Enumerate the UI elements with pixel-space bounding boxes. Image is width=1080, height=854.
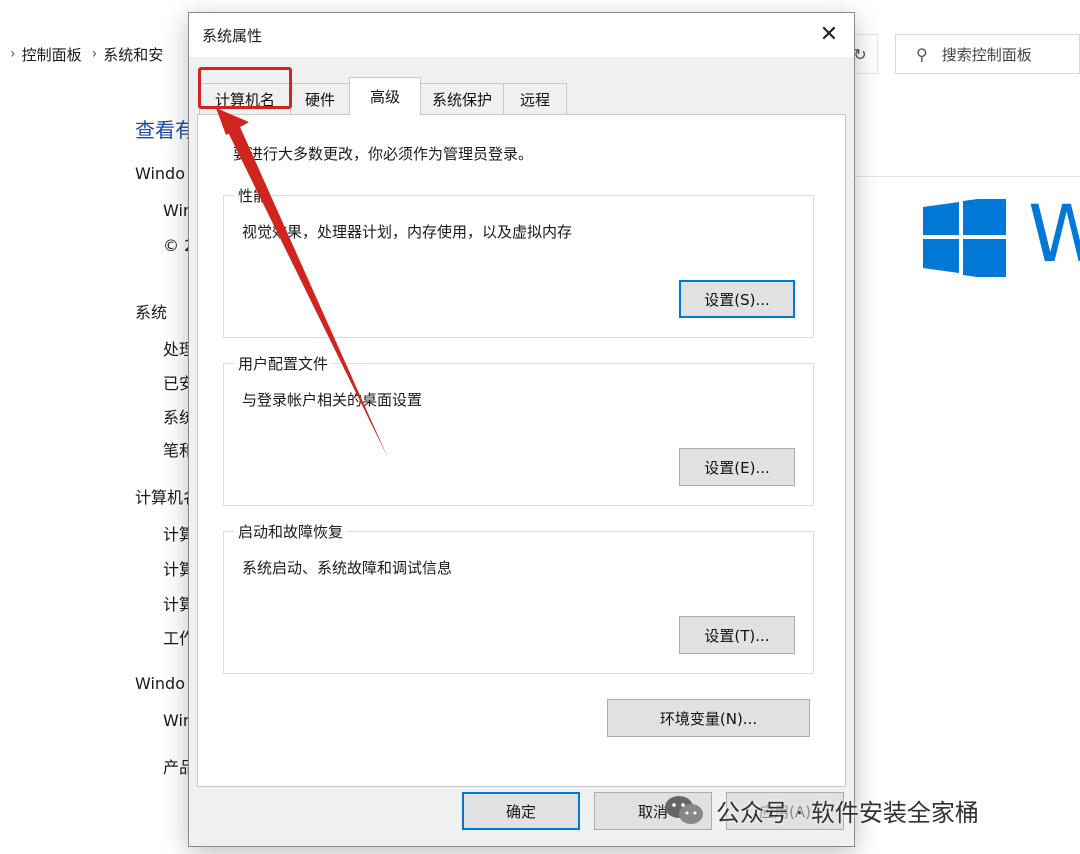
address-bar[interactable]: › 控制面板 › 系统和安 [0, 34, 180, 74]
search-placeholder: 搜索控制面板 [941, 45, 1032, 64]
environment-variables-button[interactable]: 环境变量(N)... [607, 699, 810, 737]
group-title: 用户配置文件 [234, 353, 333, 374]
advanced-tab-panel: 要进行大多数更改，你必须作为管理员登录。 性能 视觉效果，处理器计划，内存使用，… [197, 114, 846, 787]
divider [855, 176, 1080, 177]
system-info-line: Wir [163, 711, 190, 730]
group-description: 视觉效果，处理器计划，内存使用，以及虚拟内存 [242, 223, 573, 241]
search-input[interactable]: ⚲ 搜索控制面板 [895, 34, 1080, 74]
chevron-right-icon: › [10, 46, 16, 62]
breadcrumb-item[interactable]: 控制面板 [22, 44, 82, 65]
page-title: 查看有 [135, 118, 195, 142]
search-icon: ⚲ [916, 44, 928, 64]
group-title: 性能 [234, 185, 273, 206]
performance-group: 性能 视觉效果，处理器计划，内存使用，以及虚拟内存 设置(S)... [223, 185, 814, 338]
admin-notice: 要进行大多数更改，你必须作为管理员登录。 [233, 145, 534, 163]
watermark: 公众号 · 软件安装全家桶 [664, 792, 979, 828]
chevron-right-icon: › [91, 46, 98, 62]
wechat-icon [665, 796, 703, 824]
close-icon[interactable]: ✕ [814, 19, 844, 49]
group-title: 启动和故障恢复 [234, 521, 348, 542]
system-info-line: Wir [163, 201, 190, 220]
title-bar[interactable]: 系统属性 ✕ [189, 13, 854, 57]
windows-brand-text: W [1028, 190, 1080, 280]
user-profiles-group: 用户配置文件 与登录帐户相关的桌面设置 设置(E)... [223, 353, 814, 506]
group-description: 与登录帐户相关的桌面设置 [242, 391, 423, 409]
system-info-line: 系统 [135, 303, 168, 322]
tab-hardware[interactable]: 硬件 [290, 83, 350, 115]
performance-settings-button[interactable]: 设置(S)... [679, 280, 795, 318]
windows-logo-icon [923, 199, 1006, 277]
tab-remote[interactable]: 远程 [503, 83, 567, 115]
ok-button[interactable]: 确定 [462, 792, 580, 830]
tab-system-protection[interactable]: 系统保护 [420, 83, 504, 115]
startup-recovery-group: 启动和故障恢复 系统启动、系统故障和调试信息 设置(T)... [223, 521, 814, 674]
startup-recovery-settings-button[interactable]: 设置(T)... [679, 616, 795, 654]
group-description: 系统启动、系统故障和调试信息 [242, 559, 453, 577]
user-profiles-settings-button[interactable]: 设置(E)... [679, 448, 795, 486]
tab-advanced[interactable]: 高级 [349, 77, 421, 115]
system-info-line: Windo [135, 164, 185, 183]
annotation-highlight-box [198, 67, 292, 109]
breadcrumb-item[interactable]: 系统和安 [103, 44, 163, 65]
system-properties-dialog: 系统属性 ✕ 计算机名 硬件 高级 系统保护 远程 要进行大多数更改，你必须作为… [188, 12, 855, 847]
watermark-text: 公众号 · 软件安装全家桶 [716, 798, 979, 827]
system-info-line: Windo [135, 674, 185, 693]
dialog-title: 系统属性 [202, 27, 263, 45]
